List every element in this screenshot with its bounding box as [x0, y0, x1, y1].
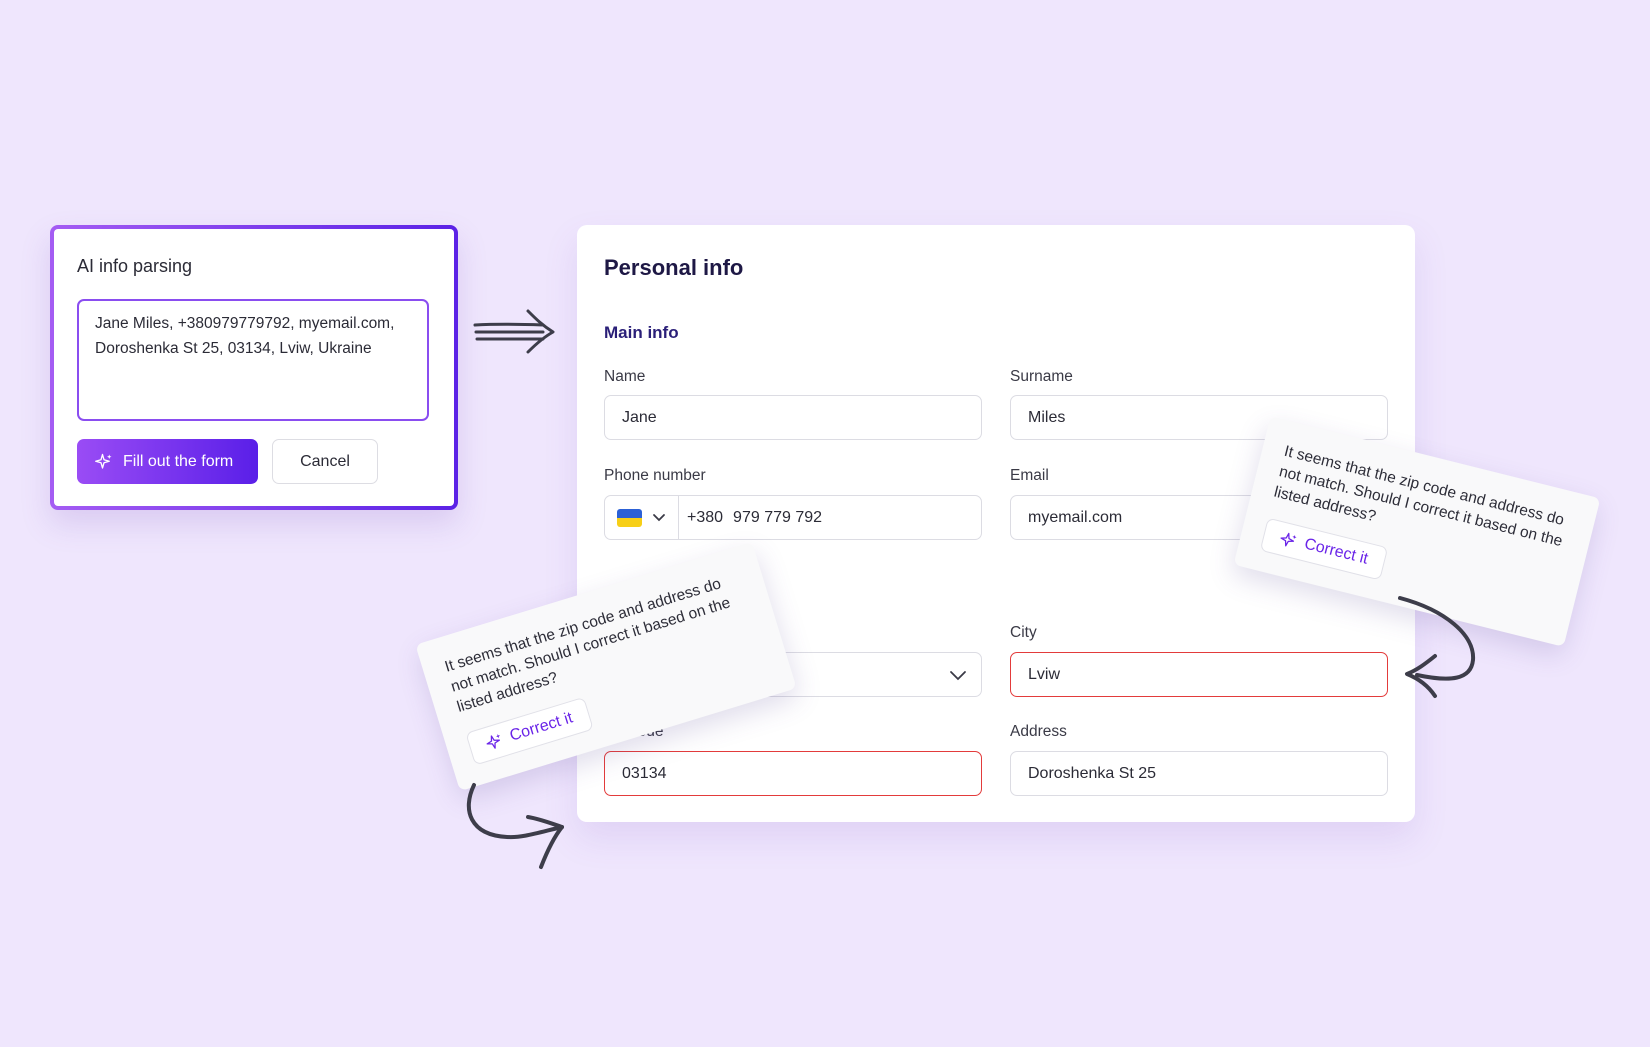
ai-info-textarea[interactable]: Jane Miles, +380979779792, myemail.com, …: [77, 299, 429, 421]
ai-card-title: AI info parsing: [77, 256, 193, 276]
ukraine-flag-icon: [617, 508, 642, 527]
name-label: Name: [604, 368, 646, 385]
correct-it-label: Correct it: [1302, 535, 1370, 568]
fill-form-label: Fill out the form: [123, 452, 234, 470]
address-field[interactable]: Doroshenka St 25: [1010, 751, 1388, 796]
sparkle-icon: [486, 733, 500, 749]
hint-text: It seems that the zip code and address d…: [442, 575, 733, 716]
phone-field: +380 979 779 792: [604, 495, 982, 540]
country-code-select[interactable]: [605, 496, 679, 539]
cancel-button[interactable]: Cancel: [272, 439, 378, 484]
arrow-icon: [466, 783, 564, 869]
zip-field[interactable]: 03134: [604, 751, 982, 796]
name-field[interactable]: Jane: [604, 395, 982, 440]
sparkle-icon: [95, 453, 112, 469]
email-label: Email: [1010, 467, 1049, 484]
phone-input[interactable]: 979 779 792: [733, 509, 822, 527]
surname-label: Surname: [1010, 368, 1073, 385]
arrow-icon: [1398, 596, 1476, 698]
section-title-main-info: Main info: [604, 323, 679, 342]
phone-label: Phone number: [604, 467, 706, 484]
address-label: Address: [1010, 723, 1067, 740]
correct-it-label: Correct it: [507, 709, 575, 745]
page-title: Personal info: [604, 255, 744, 280]
chevron-down-icon: [950, 671, 966, 681]
correct-it-button[interactable]: Correct it: [1259, 517, 1389, 581]
ai-parsing-card: AI info parsing Jane Miles, +38097977979…: [50, 225, 458, 510]
phone-code: +380: [687, 508, 724, 526]
chevron-down-icon: [653, 513, 665, 521]
arrow-icon: [473, 309, 555, 354]
sparkle-icon: [1280, 532, 1297, 546]
city-field[interactable]: Lviw: [1010, 652, 1388, 697]
fill-form-button[interactable]: Fill out the form: [77, 439, 258, 484]
city-label: City: [1010, 624, 1037, 641]
